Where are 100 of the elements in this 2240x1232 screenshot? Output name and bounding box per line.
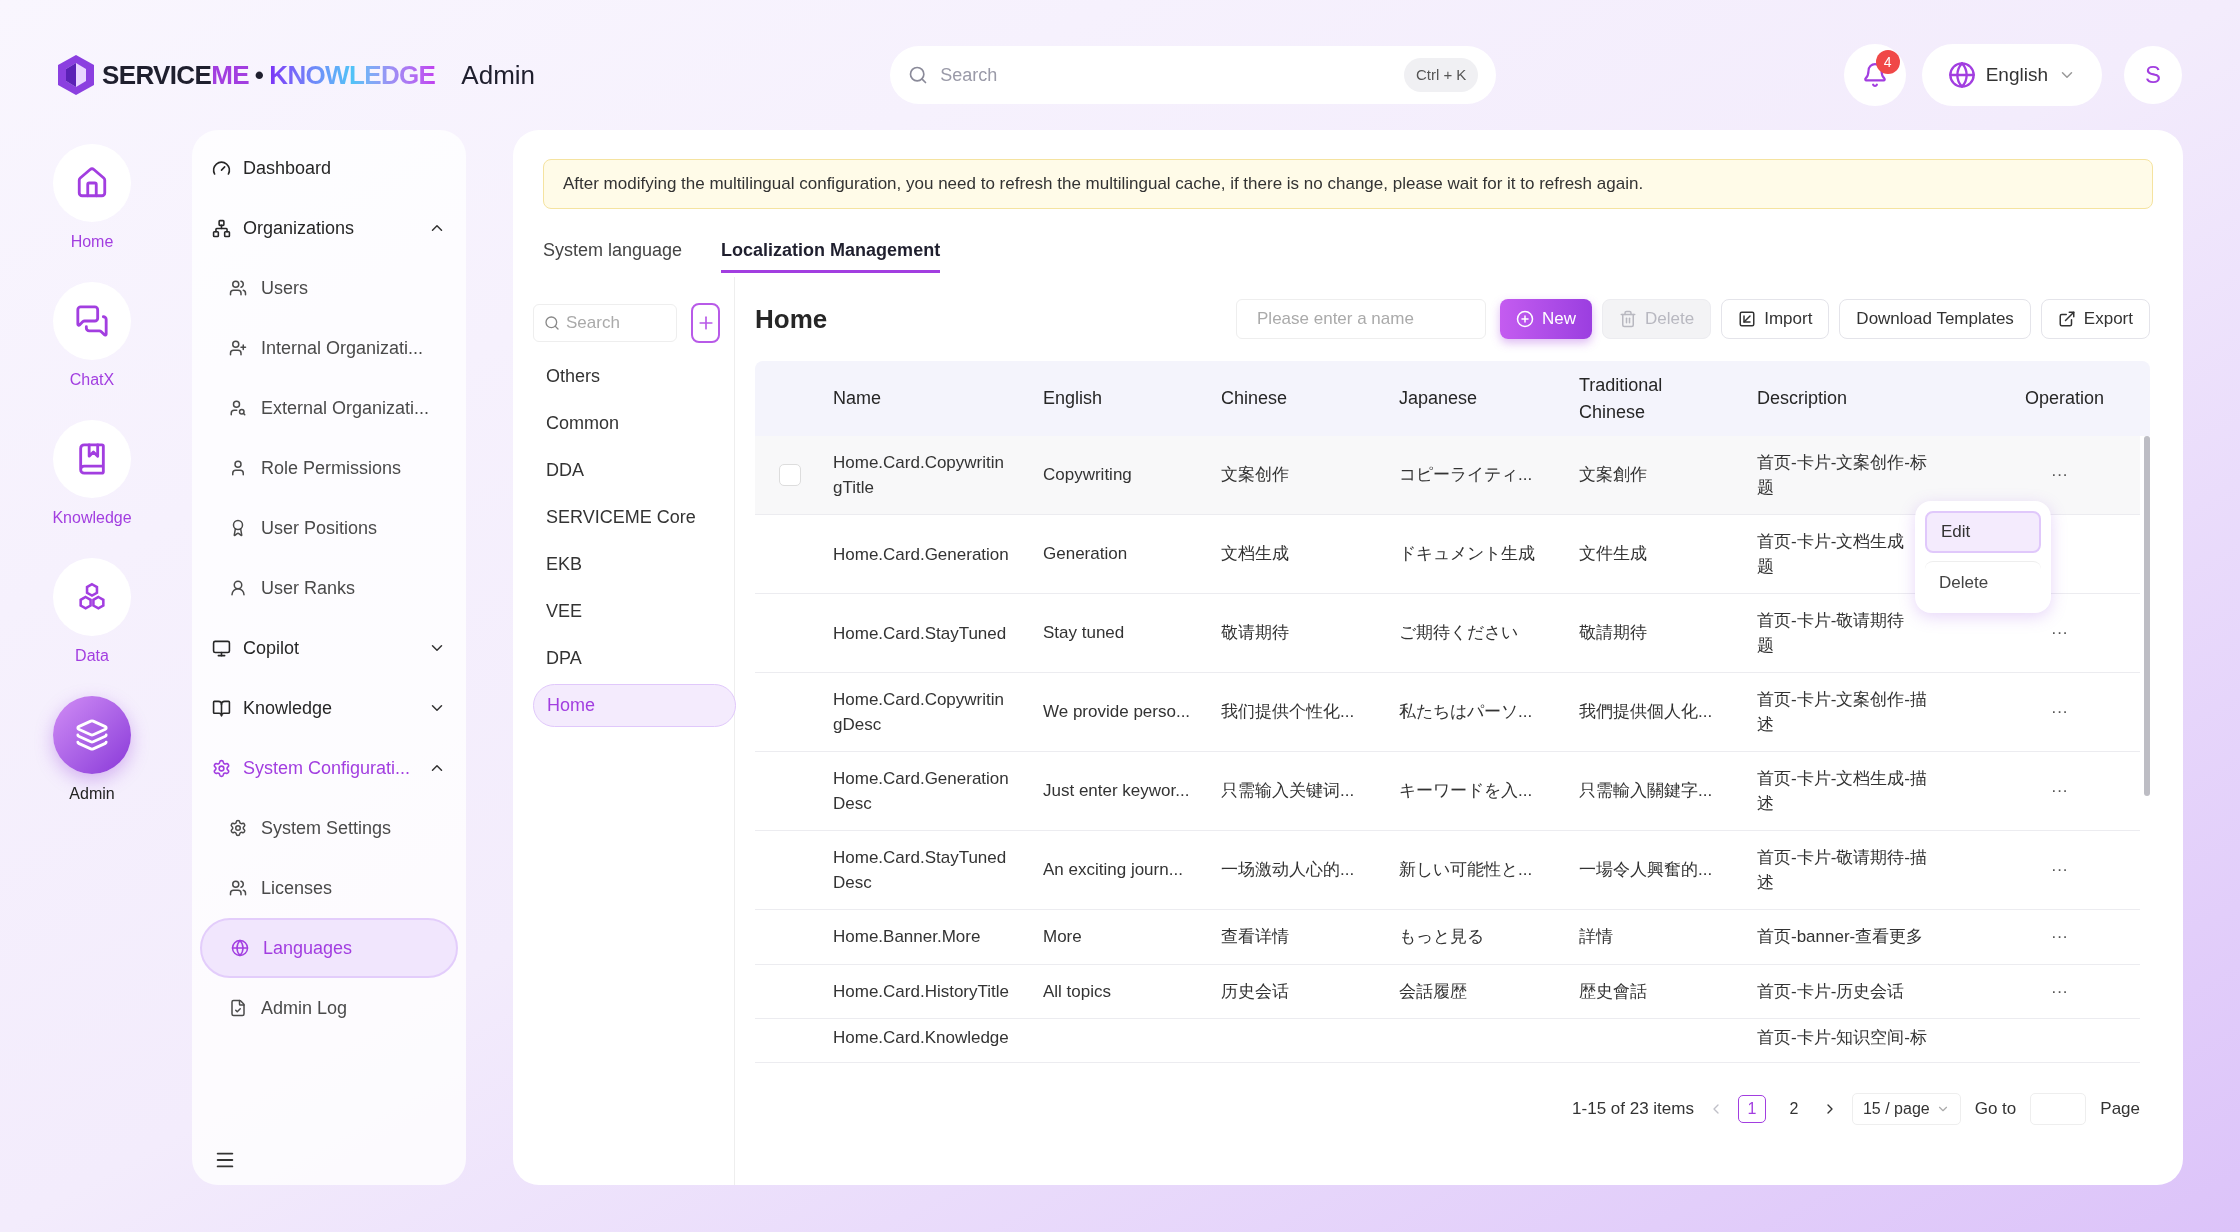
notice-banner: After modifying the multilingual configuration, you need to refresh the multilingual cache, if there is no change, please wait for it to refresh again.	[543, 159, 2153, 209]
rail-button[interactable]	[53, 696, 131, 774]
sidebar-subitem[interactable]: External Organizati...	[200, 378, 458, 438]
category-item[interactable]: Common	[533, 402, 736, 445]
category-item[interactable]: SERVICEME Core	[533, 496, 736, 539]
goto-label: Go to	[1974, 1098, 2017, 1121]
table-cell-text: 题	[1757, 635, 1774, 657]
more-button[interactable]: ···	[2051, 699, 2068, 725]
globe-icon	[231, 939, 249, 957]
sidebar-item[interactable]: Knowledge	[200, 678, 458, 738]
menu-item[interactable]: Edit	[1925, 511, 2041, 553]
sidebar-subitem[interactable]: Internal Organizati...	[200, 318, 458, 378]
sidebar-item[interactable]: System Configurati...	[200, 738, 458, 798]
home-icon	[75, 166, 109, 200]
category-item[interactable]: DPA	[533, 637, 736, 680]
search-field[interactable]: Search Ctrl + K	[890, 46, 1497, 104]
users-icon	[229, 279, 247, 297]
table-cell-text: Home.Card.Knowledge	[833, 1027, 1010, 1049]
category-item[interactable]: DDA	[533, 449, 736, 492]
table-cell: 只需输入关键词...	[1221, 781, 1355, 801]
gauge-icon	[212, 158, 231, 178]
table-cell: We provide perso...	[1043, 702, 1191, 722]
plus-circle-icon	[1516, 310, 1534, 328]
table-cell-text: Home.Card.GenerationDesc	[833, 768, 1010, 815]
add-category-button[interactable]	[691, 303, 720, 343]
book-icon	[212, 698, 231, 718]
file-icon	[229, 999, 247, 1017]
sidebar-subitem[interactable]: Licenses	[200, 858, 458, 918]
sidebar-item[interactable]: Copilot	[200, 618, 458, 678]
sidebar-subitem[interactable]: Languages	[200, 918, 458, 978]
name-search-input[interactable]: Please enter a name	[1257, 306, 1478, 332]
tab[interactable]: System language	[543, 237, 683, 273]
language-selector[interactable]: English	[1921, 44, 2102, 106]
category-item[interactable]: VEE	[533, 590, 736, 633]
table-cell-text: Home.Card.HistoryTitle	[833, 980, 1011, 1003]
rail-label: Data	[75, 646, 109, 666]
monitor-icon	[212, 638, 231, 658]
column-header: Operation	[2024, 387, 2106, 410]
user-icon	[229, 579, 247, 597]
page-button[interactable]: 2	[1779, 1095, 1808, 1123]
more-button[interactable]: ···	[2051, 778, 2068, 804]
table-cell: 文件生成	[1579, 544, 1647, 564]
column-header: English	[1042, 387, 1104, 410]
table-cell: 只需輸入關鍵字...	[1579, 781, 1713, 801]
toolbar-button[interactable]: Import	[1721, 299, 1830, 339]
more-button[interactable]: ···	[2051, 857, 2068, 883]
rail-label: ChatX	[69, 370, 115, 390]
notification-badge: 4	[1875, 50, 1900, 74]
name-search-field[interactable]: Please enter a name	[1236, 299, 1486, 339]
column-header: Chinese	[1220, 387, 1289, 410]
sidebar-subitem[interactable]: System Settings	[200, 798, 458, 858]
table-cell: ご期待ください	[1399, 623, 1518, 643]
rail-label: Admin	[69, 784, 115, 804]
category-item[interactable]: Home	[533, 684, 736, 727]
table-cell-text: 首页-卡片-敬请期待-描述	[1757, 847, 1928, 894]
category-item[interactable]: EKB	[533, 543, 736, 586]
column-header: Japanese	[1398, 387, 1479, 410]
toolbar-button[interactable]: Download Templates	[1839, 299, 2031, 339]
layers-icon	[75, 718, 109, 752]
more-button[interactable]: ···	[2051, 978, 2068, 1004]
pagination-summary: 1-15 of 23 items	[1572, 1098, 1694, 1121]
table-cell: 一場令人興奮的...	[1579, 860, 1713, 880]
toolbar-button[interactable]: New	[1500, 299, 1593, 339]
menu-item[interactable]: Delete	[1925, 561, 2041, 603]
tab[interactable]: Localization Management	[721, 237, 941, 273]
sidebar-subitem[interactable]: User Positions	[200, 498, 458, 558]
more-button[interactable]: ···	[2051, 620, 2068, 646]
row-checkbox[interactable]	[779, 464, 801, 486]
category-search-input[interactable]: Search	[566, 310, 666, 336]
table-cell: もっと見る	[1399, 927, 1484, 946]
table-cell-text: Home.Card.StayTuned	[833, 622, 1008, 645]
table-cell-text: 首页-卡片-敬请期待	[1757, 610, 1906, 632]
sidebar-subitem[interactable]: Admin Log	[200, 978, 458, 1038]
sidebar-subitem[interactable]: Role Permissions	[200, 438, 458, 498]
table-cell: 新しい可能性と...	[1399, 860, 1533, 880]
column-header: Name	[832, 387, 882, 410]
sidebar-subitem[interactable]: Users	[200, 258, 458, 318]
table-cell: Just enter keywor...	[1043, 781, 1190, 801]
sidebar-item[interactable]: Dashboard	[200, 138, 458, 198]
brand-text: •	[254, 58, 264, 92]
search-input[interactable]: Search	[940, 61, 1392, 89]
more-button[interactable]: ···	[2051, 462, 2068, 488]
table-cell: キーワードを入...	[1399, 781, 1533, 801]
table-cell-text: 首页-卡片-文档生成-描述	[1757, 768, 1928, 815]
avatar[interactable]: S	[2124, 46, 2182, 104]
table-cell-text: 首页-卡片-文案创作-标题	[1757, 452, 1928, 499]
user-plus-icon	[229, 339, 247, 357]
page-label: Page	[2100, 1098, 2140, 1121]
category-item[interactable]: Others	[533, 355, 736, 398]
page-size-select[interactable]: 15 / page	[1851, 1093, 1961, 1125]
toolbar-button[interactable]: Export	[2040, 299, 2150, 339]
page-button[interactable]: 1	[1737, 1095, 1766, 1123]
more-button[interactable]: ···	[2051, 924, 2068, 950]
category-search-field[interactable]: Search	[533, 304, 677, 342]
sidebar-subitem[interactable]: User Ranks	[200, 558, 458, 618]
brand-text: SERVICE	[102, 58, 212, 92]
table-cell: 文案創作	[1579, 465, 1647, 485]
brand-text: ME	[211, 58, 249, 92]
sidebar-item[interactable]: Organizations	[200, 198, 458, 258]
search-icon	[544, 315, 560, 331]
